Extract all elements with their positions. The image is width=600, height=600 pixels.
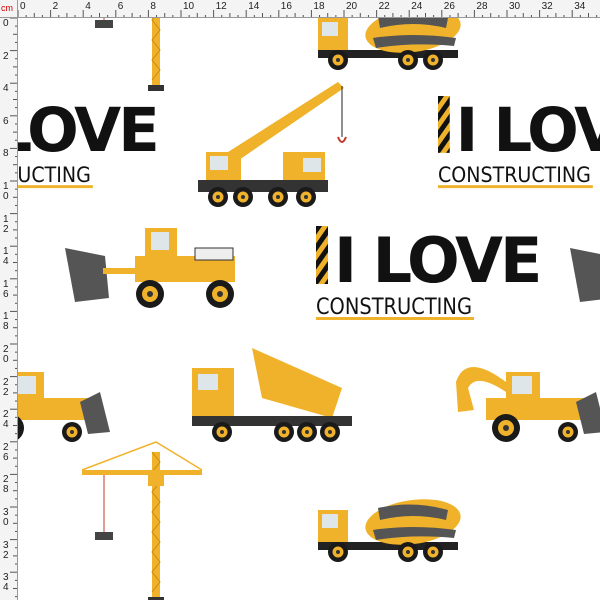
slogan-text: I LOVE [456,96,600,166]
ruler-corner: cm [0,0,18,18]
ruler-top-label: 34 [574,1,586,12]
ruler-top-label: 22 [378,1,390,12]
ruler-top-label: 24 [411,1,423,12]
ruler-top-label: 20 [346,1,358,12]
ruler-top-label: 2 [52,1,59,12]
cement-mixer-bottom [318,494,464,562]
ruler-left-label: 18 [3,311,9,333]
tower-crane-bottom [81,441,203,600]
ruler-left-label: 26 [3,441,9,463]
ruler-top-label: 6 [117,1,124,12]
ruler-unit: cm [1,3,13,13]
ruler-left-label: 8 [3,148,9,160]
vertical-ruler[interactable]: 0246810121416182022242628303234 [0,18,18,600]
slogan-left-edge: I LOVE CONSTRUCTING [18,96,160,188]
ruler-top-label: 12 [215,1,227,12]
wheel-loader-edge [570,228,600,308]
ruler-left-label: 34 [3,572,9,594]
horizontal-ruler[interactable]: 0 2 4 6 8 10 12 14 16 18 20 22 24 26 28 30 32 34 [18,0,600,18]
ruler-top-label: 28 [476,1,488,12]
ruler-left-label: 14 [3,246,9,268]
wheel-loader [65,228,235,308]
ruler-top-label: 32 [541,1,553,12]
ruler-left-label: 10 [3,181,9,202]
slogan-subtext: CONSTRUCTING [438,163,591,188]
slogan-right: I LOVE CONSTRUCTING [438,96,600,188]
backhoe-loader-edge [18,367,110,442]
ruler-top-label: 14 [248,1,260,12]
ruler-left-label: 16 [3,278,9,300]
ruler-top-label: 0 [20,1,26,12]
ruler-left-label: 6 [3,115,9,127]
ruler-left-label: 30 [3,507,9,528]
ruler-top-label: 30 [509,1,521,12]
slogan-subtext: CONSTRUCTING [18,163,91,188]
slogan-text: I LOVE [334,224,539,297]
ruler-top-label: 4 [85,1,91,12]
backhoe-loader [456,367,600,442]
slogan-subtext: CONSTRUCTING [316,295,472,320]
fabric-pattern-canvas: I LOVE CONSTRUCTING [18,18,600,600]
ruler-left-label: 22 [3,376,9,398]
ruler-left-label: 20 [3,344,9,365]
ruler-top-label: 18 [313,1,325,12]
slogan-center: I LOVE CONSTRUCTING [316,224,542,320]
ruler-top-label: 26 [443,1,455,12]
mobile-crane [198,82,346,207]
ruler-left-label: 4 [3,83,9,95]
cement-mixer-top [318,18,464,70]
ruler-left-label: 12 [3,213,9,235]
ruler-left-label: 32 [3,539,9,561]
ruler-left-label: 24 [3,409,9,431]
dump-truck [192,348,352,442]
ruler-top-label: 10 [183,1,195,12]
ruler-left-label: 2 [3,50,9,62]
ruler-left-label: 28 [3,474,9,496]
ruler-top-label: 8 [150,1,156,12]
tower-crane-top [81,18,203,92]
slogan-text: I LOVE [18,96,157,166]
ruler-left-label: 0 [3,18,9,29]
ruler-top-label: 16 [280,1,292,12]
